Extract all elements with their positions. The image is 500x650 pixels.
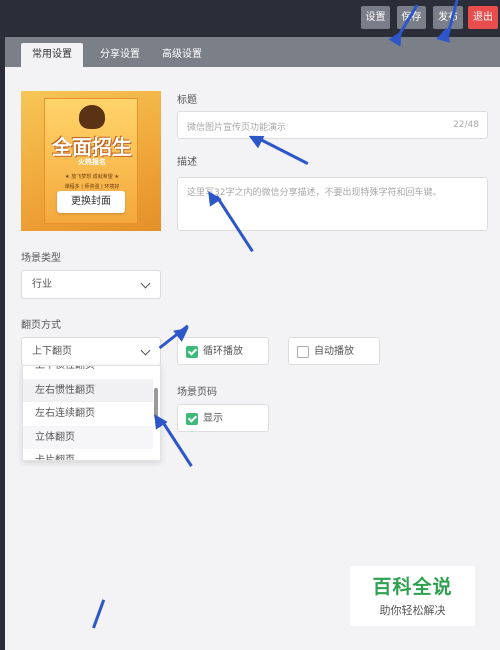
dropdown-option[interactable]: 立体翻页: [23, 426, 153, 449]
dropdown-option[interactable]: 卡片翻页: [23, 449, 153, 460]
title-input[interactable]: 微信图片宣传页功能演示 22/48: [177, 111, 488, 139]
scene-type-value: 行业: [32, 279, 52, 290]
chevron-down-icon: [140, 278, 151, 289]
watermark-subtitle: 助你轻松解决: [379, 604, 446, 617]
cover-image[interactable]: 全面招生 火热报名 ★ 放飞梦想 成就希望 ★ 课程多 | 师资强 | 环境好 …: [21, 91, 161, 231]
settings-tab-bar: 常用设置 分享设置 高级设置: [5, 37, 500, 67]
page-turn-select[interactable]: 上下翻页: [21, 337, 161, 366]
page-number-show-label: 显示: [203, 413, 223, 424]
unchecked-box-icon: [297, 346, 309, 358]
check-icon: [186, 346, 198, 358]
watermark-logo: 百科全说 助你轻松解决: [350, 566, 475, 626]
poster-title: 全面招生: [52, 135, 132, 159]
page-number-checkbox[interactable]: 显示: [177, 404, 269, 432]
tab-advanced-settings[interactable]: 高级设置: [151, 43, 213, 67]
description-placeholder: 这里写32字之内的微信分享描述，不要出现特殊字符和回车键。: [187, 188, 442, 198]
scene-type-label: 场景类型: [21, 253, 61, 264]
auto-play-label: 自动播放: [314, 346, 354, 357]
page-turn-label: 翻页方式: [21, 320, 61, 331]
loop-play-label: 循环播放: [203, 346, 243, 357]
change-cover-button[interactable]: 更换封面: [57, 191, 125, 213]
auto-play-checkbox[interactable]: 自动播放: [288, 337, 380, 365]
poster-slogan: ★ 放飞梦想 成就希望 ★: [65, 174, 119, 180]
settings-panel: 全面招生 火热报名 ★ 放飞梦想 成就希望 ★ 课程多 | 师资强 | 环境好 …: [5, 67, 500, 650]
tab-common-settings[interactable]: 常用设置: [21, 43, 83, 67]
poster-subtitle: 火热报名: [78, 158, 106, 166]
settings-button[interactable]: 设置: [361, 6, 390, 29]
page-turn-value: 上下翻页: [32, 346, 72, 357]
poster-features: 课程多 | 师资强 | 环境好: [64, 184, 120, 190]
description-label: 描述: [177, 157, 197, 168]
title-placeholder: 微信图片宣传页功能演示: [187, 123, 287, 133]
title-char-counter: 22/48: [453, 120, 479, 130]
title-label: 标题: [177, 95, 197, 106]
tab-share-settings[interactable]: 分享设置: [89, 43, 151, 67]
top-toolbar: 设置 保存 发布 退出: [0, 0, 500, 37]
page-number-label: 场景页码: [177, 387, 217, 398]
scene-type-select[interactable]: 行业: [21, 270, 161, 299]
loop-play-checkbox[interactable]: 循环播放: [177, 337, 269, 365]
dropdown-option[interactable]: 上下惯性翻页: [23, 366, 153, 377]
exit-button[interactable]: 退出: [468, 6, 498, 29]
page-turn-dropdown: 上下惯性翻页 左右惯性翻页 左右连续翻页 立体翻页 卡片翻页: [22, 365, 161, 461]
cartoon-figure-icon: [79, 105, 105, 129]
chevron-down-icon: [140, 345, 151, 356]
dropdown-option[interactable]: 左右连续翻页: [23, 402, 153, 425]
watermark-title: 百科全说: [372, 576, 453, 598]
dropdown-option[interactable]: 左右惯性翻页: [23, 379, 153, 402]
check-icon: [186, 413, 198, 425]
